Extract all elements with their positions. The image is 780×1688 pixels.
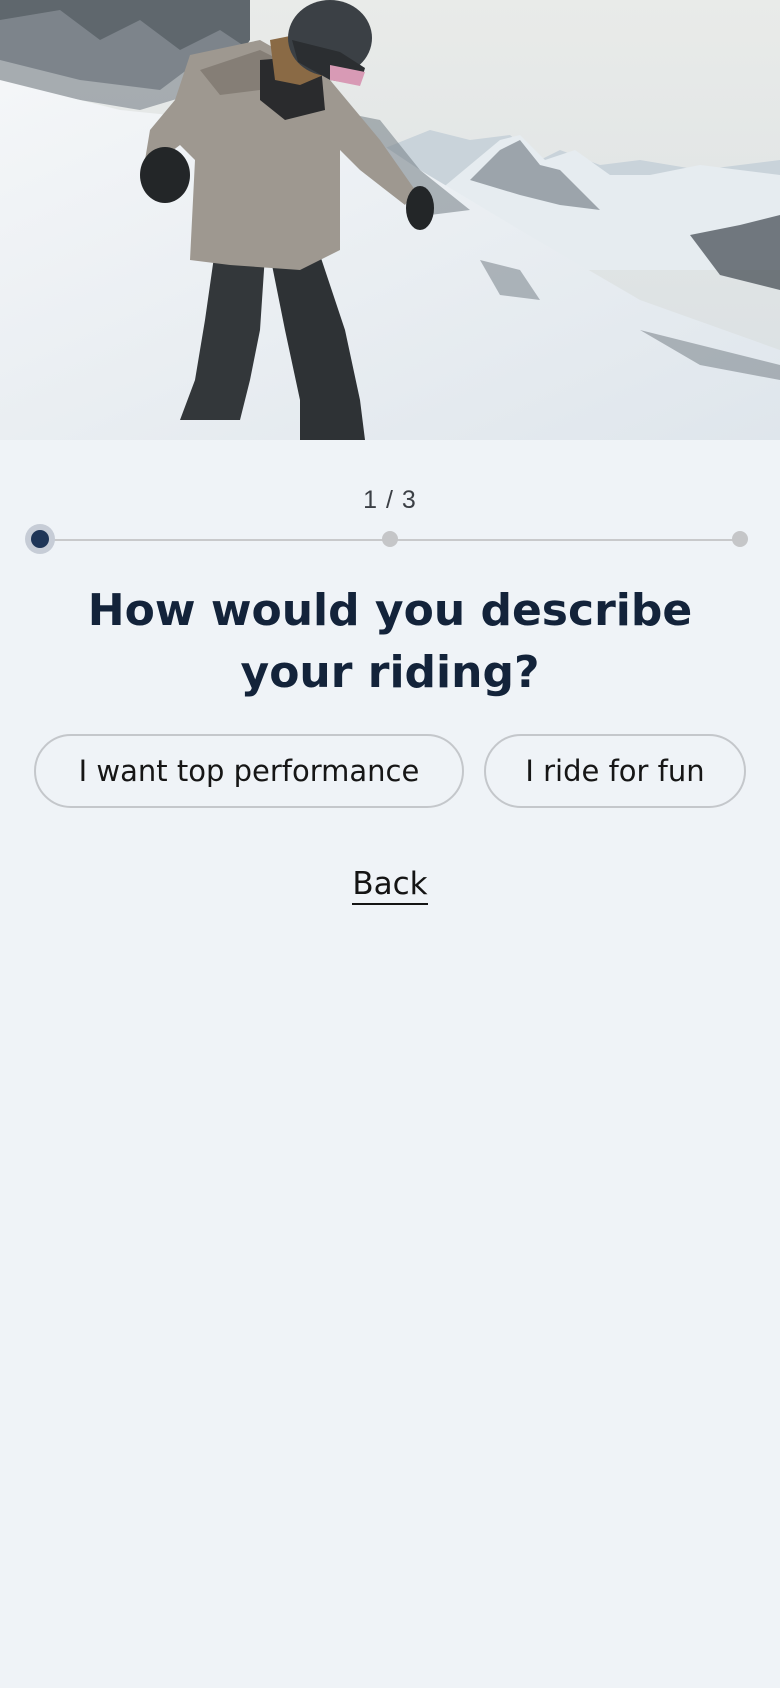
back-link-container: Back xyxy=(0,866,780,905)
back-link[interactable]: Back xyxy=(352,866,428,905)
step-counter: 1 / 3 xyxy=(363,486,417,514)
hero-image xyxy=(0,0,780,440)
progress-step-1 xyxy=(31,530,49,548)
answer-options: I want top performance I ride for fun xyxy=(34,734,746,808)
option-top-performance-button[interactable]: I want top performance xyxy=(34,734,464,808)
snowboarder-photo xyxy=(0,0,780,440)
question-title: How would you describe your riding? xyxy=(87,585,693,698)
progress-step-3 xyxy=(732,531,748,547)
progress-indicator xyxy=(31,526,748,552)
progress-step-2 xyxy=(382,531,398,547)
option-ride-for-fun-button[interactable]: I ride for fun xyxy=(484,734,746,808)
